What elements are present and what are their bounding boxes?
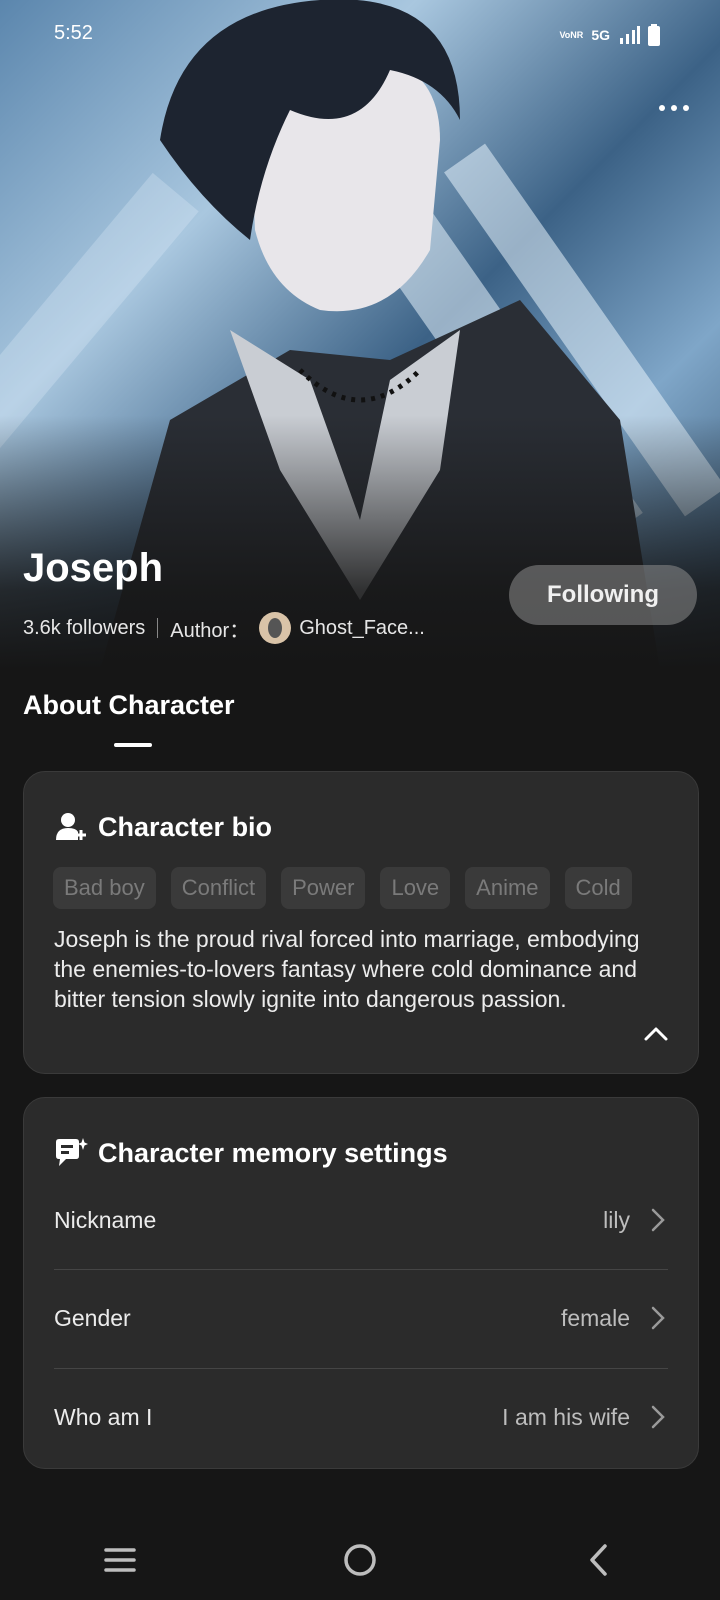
author-label: Author： (170, 619, 250, 642)
chat-sparkle-icon (56, 1138, 88, 1166)
bio-header: Character bio (54, 810, 272, 844)
tab-about-character[interactable]: About Character (23, 690, 235, 721)
tag: Power (281, 867, 366, 909)
tag-list: Bad boy Conflict Power Love Anime Cold (53, 867, 632, 909)
chevron-up-icon[interactable] (642, 1020, 670, 1048)
status-bar: 5:52 VoNR 5G (0, 20, 720, 50)
character-bio-card: Character bio Bad boy Conflict Power Lov… (23, 771, 699, 1074)
system-nav-bar (0, 1520, 720, 1600)
following-button[interactable]: Following (509, 565, 697, 625)
setting-value: female (560, 1304, 630, 1331)
network-label: 5G (591, 27, 610, 43)
setting-row-nickname[interactable]: Nickname lily (54, 1172, 668, 1268)
setting-row-gender[interactable]: Gender female (54, 1270, 668, 1366)
chevron-right-icon (651, 1306, 665, 1330)
setting-label: Who am I (54, 1403, 153, 1430)
battery-icon (648, 24, 660, 46)
setting-label: Gender (54, 1304, 131, 1331)
tag: Love (380, 867, 451, 909)
author-name[interactable]: Ghost_Face... (299, 617, 425, 640)
setting-value: I am his wife (502, 1403, 630, 1430)
tag: Anime (465, 867, 550, 909)
character-meta: 3.6k followers Author： Ghost_Face... (23, 612, 425, 644)
chevron-right-icon (651, 1405, 665, 1429)
memory-title: Character memory settings (98, 1137, 448, 1168)
home-icon[interactable] (340, 1540, 380, 1580)
chevron-right-icon (651, 1208, 665, 1232)
more-dots-icon[interactable] (654, 96, 694, 120)
memory-settings-card: Character memory settings Nickname lily … (23, 1097, 699, 1469)
bio-title: Character bio (98, 811, 273, 842)
tab-indicator (114, 743, 152, 747)
volte-indicator: VoNR (559, 30, 584, 40)
tag: Conflict (170, 867, 267, 909)
setting-label: Nickname (54, 1206, 157, 1233)
meta-divider (157, 618, 159, 638)
author-avatar[interactable] (259, 612, 292, 644)
tag: Bad boy (53, 867, 156, 909)
status-time: 5:52 (54, 22, 93, 44)
bio-text: Joseph is the proud rival forced into ma… (54, 926, 640, 1012)
back-icon[interactable] (580, 1540, 620, 1580)
character-name: Joseph (23, 546, 164, 590)
person-plus-icon (56, 813, 86, 840)
followers-count: 3.6k followers (23, 616, 146, 639)
setting-row-who-am-i[interactable]: Who am I I am his wife (54, 1369, 668, 1465)
setting-value: lily (603, 1206, 630, 1233)
signal-icon (620, 26, 640, 44)
tag: Cold (564, 867, 632, 909)
recent-apps-icon[interactable] (100, 1540, 140, 1580)
memory-header: Character memory settings (54, 1136, 448, 1170)
